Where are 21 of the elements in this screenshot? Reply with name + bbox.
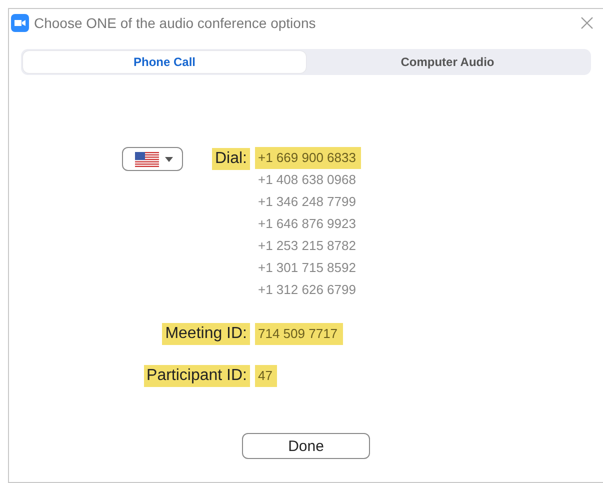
tab[interactable]: Computer Audio [306,51,589,73]
country-dropdown[interactable] [122,147,183,171]
phone-number: +1 312 626 6799 [257,281,357,299]
done-button[interactable]: Done [242,433,370,459]
phone-number: +1 646 876 9923 [257,215,357,233]
flag-icon [135,152,159,166]
phone-number: +1 301 715 8592 [257,259,357,277]
caret-icon [165,156,173,162]
participant-id-value: 47 [255,365,278,387]
window-title: Choose ONE of the audio conference options [34,15,317,31]
phone-number: +1 253 215 8782 [257,237,357,255]
meeting-id-value: 714 509 7717 [255,323,343,345]
phone-number: +1 346 248 7799 [257,193,357,211]
meeting-id-label: Meeting ID: [162,323,250,345]
phone-number: +1 408 638 0968 [257,171,357,189]
participant-id-label: Participant ID: [144,365,250,387]
video-camera-icon [11,14,29,32]
dial-label: Dial: [212,148,250,170]
close-icon[interactable] [581,17,593,29]
phone-number: +1 669 900 6833 [255,147,361,169]
tab[interactable]: Phone Call [23,51,306,73]
